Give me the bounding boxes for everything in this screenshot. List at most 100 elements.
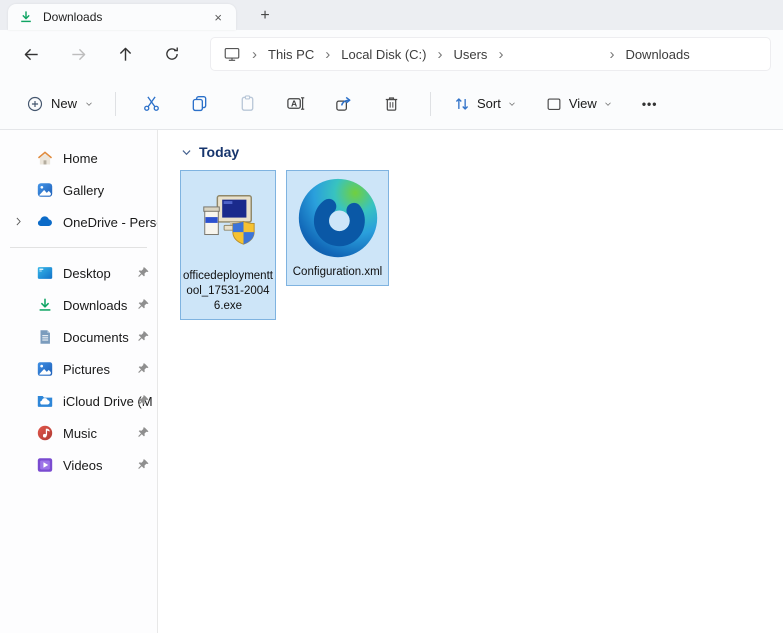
up-arrow-icon xyxy=(119,47,131,61)
desktop-icon xyxy=(36,264,54,282)
paste-button[interactable] xyxy=(225,86,269,122)
tab-bar: Downloads × + xyxy=(0,0,783,30)
sidebar-item-pictures[interactable]: Pictures xyxy=(0,353,157,385)
navigation-pane: Home Gallery OneDrive - Persona xyxy=(0,130,158,633)
chevron-right-icon[interactable] xyxy=(12,215,25,233)
this-pc-monitor-icon xyxy=(223,45,241,63)
icloud-drive-icon xyxy=(36,392,54,410)
download-icon xyxy=(18,9,34,25)
installer-exe-icon xyxy=(197,171,259,269)
back-arrow-icon xyxy=(24,48,38,60)
file-explorer-window: Downloads × + › This PC › Local Disk (C:… xyxy=(0,0,783,633)
tab-downloads[interactable]: Downloads × xyxy=(8,4,236,30)
breadcrumb-separator: › xyxy=(325,45,331,63)
gallery-icon xyxy=(36,181,54,199)
see-more-button[interactable]: ••• xyxy=(632,91,668,117)
breadcrumb-local-disk[interactable]: Local Disk (C:) xyxy=(339,47,428,62)
new-tab-button[interactable]: + xyxy=(252,4,278,28)
sort-button[interactable]: Sort xyxy=(444,89,526,119)
pin-icon xyxy=(136,362,150,376)
paste-icon xyxy=(241,95,253,111)
file-name: Configuration.xml xyxy=(292,266,383,278)
refresh-button[interactable] xyxy=(155,37,189,71)
pin-icon xyxy=(136,426,150,440)
tab-label: Downloads xyxy=(43,10,103,24)
new-button[interactable]: New xyxy=(18,89,102,119)
documents-icon xyxy=(36,328,54,346)
videos-icon xyxy=(36,456,54,474)
navigation-bar: › This PC › Local Disk (C:) › Users › › … xyxy=(0,30,783,78)
sort-button-label: Sort xyxy=(477,96,501,111)
breadcrumb-downloads[interactable]: Downloads xyxy=(623,47,691,62)
file-tile-configuration-xml[interactable]: Configuration.xml xyxy=(286,170,389,286)
downloads-icon xyxy=(36,296,54,314)
edge-browser-icon xyxy=(294,171,382,265)
onedrive-icon xyxy=(36,213,54,231)
sidebar-item-home[interactable]: Home xyxy=(0,142,157,174)
file-tile-officedeploymenttool[interactable]: officedeploymenttool_17531-20046.exe xyxy=(180,170,276,320)
rename-icon: A xyxy=(286,97,304,110)
breadcrumb-separator: › xyxy=(498,45,504,63)
sidebar-item-desktop[interactable]: Desktop xyxy=(0,257,157,289)
sidebar-item-label: OneDrive - Persona xyxy=(63,214,157,230)
view-button-label: View xyxy=(568,96,597,111)
share-icon xyxy=(335,96,350,111)
sidebar-item-icloud-drive[interactable]: iCloud Drive (M xyxy=(0,385,157,417)
group-header-today[interactable]: Today xyxy=(180,144,783,160)
file-name: officedeploymenttool_17531-20046.exe xyxy=(183,270,273,312)
breadcrumb-separator: › xyxy=(437,45,443,63)
new-button-label: New xyxy=(51,96,78,111)
pin-icon xyxy=(136,458,150,472)
chevron-down-icon xyxy=(182,149,191,155)
close-icon[interactable]: × xyxy=(210,10,226,25)
explorer-body: Home Gallery OneDrive - Persona xyxy=(0,130,783,633)
svg-text:A: A xyxy=(290,98,296,108)
pin-icon xyxy=(136,394,150,408)
file-list-area: Today officedeploymenttool_17531-20046.e… xyxy=(158,130,783,633)
plus-circle-icon xyxy=(27,96,43,111)
copy-button[interactable] xyxy=(177,86,221,122)
command-toolbar: New A Sort View ••• xyxy=(0,78,783,130)
forward-button[interactable] xyxy=(61,37,95,71)
scissors-icon xyxy=(143,96,159,111)
file-grid: officedeploymenttool_17531-20046.exe Con… xyxy=(180,170,783,320)
back-button[interactable] xyxy=(14,37,48,71)
sort-icon xyxy=(455,97,469,110)
chevron-down-icon xyxy=(86,101,92,106)
breadcrumb-separator: › xyxy=(609,45,615,63)
home-icon xyxy=(36,149,54,167)
cut-button[interactable] xyxy=(129,86,173,122)
breadcrumb-users[interactable]: Users xyxy=(451,47,489,62)
sidebar-item-music[interactable]: Music xyxy=(0,417,157,449)
sidebar-item-onedrive[interactable]: OneDrive - Persona xyxy=(0,206,157,238)
pin-icon xyxy=(136,266,150,280)
copy-icon xyxy=(192,95,206,112)
breadcrumb-separator: › xyxy=(252,45,257,63)
up-button[interactable] xyxy=(108,37,142,71)
pin-icon xyxy=(136,330,150,344)
sidebar-separator xyxy=(10,247,147,248)
breadcrumb-this-pc[interactable]: This PC xyxy=(266,47,316,62)
sidebar-item-gallery[interactable]: Gallery xyxy=(0,174,157,206)
view-icon xyxy=(547,97,561,110)
sidebar-item-downloads[interactable]: Downloads xyxy=(0,289,157,321)
delete-button[interactable] xyxy=(369,86,413,122)
share-button[interactable] xyxy=(321,86,365,122)
view-button[interactable]: View xyxy=(536,89,622,119)
address-bar[interactable]: › This PC › Local Disk (C:) › Users › › … xyxy=(210,37,771,71)
sidebar-item-videos[interactable]: Videos xyxy=(0,449,157,481)
sidebar-item-documents[interactable]: Documents xyxy=(0,321,157,353)
trash-icon xyxy=(385,97,397,111)
pin-icon xyxy=(136,298,150,312)
music-icon xyxy=(36,424,54,442)
rename-button[interactable]: A xyxy=(273,86,317,122)
toolbar-divider xyxy=(115,91,117,116)
refresh-icon xyxy=(166,47,178,60)
chevron-down-icon xyxy=(605,101,611,106)
forward-arrow-icon xyxy=(71,48,85,60)
pictures-icon xyxy=(36,360,54,378)
chevron-down-icon xyxy=(509,101,515,106)
sidebar-item-label: Home xyxy=(63,150,98,166)
toolbar-divider xyxy=(430,91,432,116)
sidebar-item-label: Gallery xyxy=(63,182,105,198)
